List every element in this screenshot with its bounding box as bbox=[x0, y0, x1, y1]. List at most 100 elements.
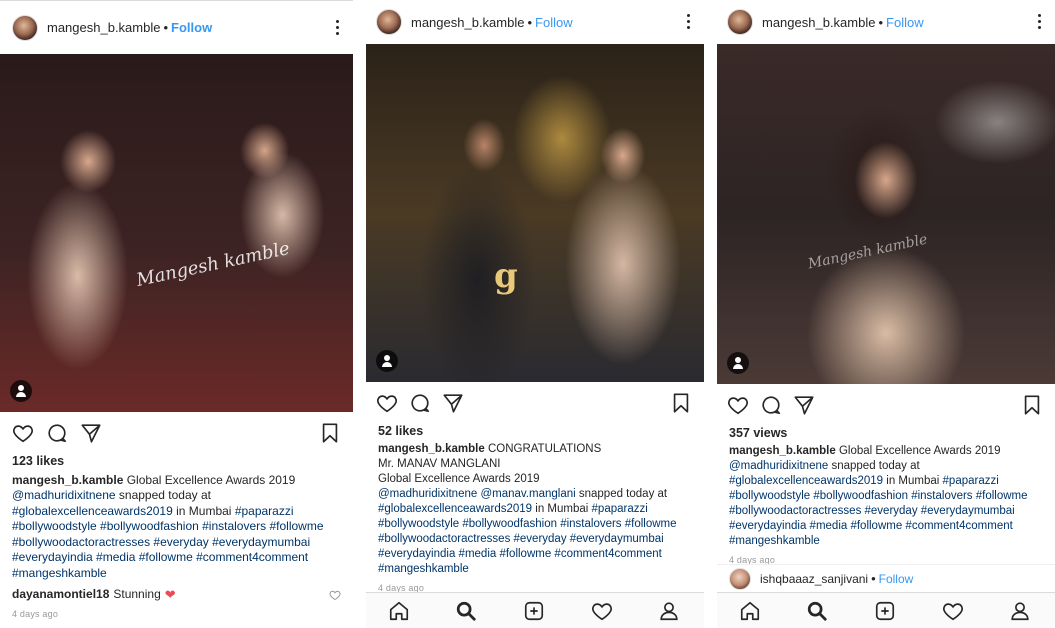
post-meta: 123 likes mangesh_b.kamble Global Excell… bbox=[0, 454, 353, 622]
hashtag-link[interactable]: #paparazzi bbox=[592, 503, 648, 515]
follow-button[interactable]: Follow bbox=[171, 20, 212, 35]
new-post-icon[interactable] bbox=[523, 600, 545, 622]
new-post-icon[interactable] bbox=[874, 600, 896, 622]
caption: mangesh_b.kamble Global Excellence Award… bbox=[12, 473, 341, 489]
hashtag-link-line[interactable]: #bollywoodactoractresses #everyday #ever… bbox=[729, 504, 1043, 519]
avatar[interactable] bbox=[376, 9, 402, 35]
caption-username[interactable]: mangesh_b.kamble bbox=[729, 445, 836, 457]
hashtag-link-line[interactable]: #mangeshkamble bbox=[729, 534, 1043, 549]
post-header: mangesh_b.kamble • Follow bbox=[366, 0, 704, 44]
caption-text: in Mumbai bbox=[172, 503, 235, 518]
avatar[interactable] bbox=[727, 9, 753, 35]
like-heart-icon[interactable] bbox=[12, 422, 34, 444]
hashtag-link-line[interactable]: #mangeshkamble bbox=[378, 562, 692, 577]
post-meta: 357 views mangesh_b.kamble Global Excell… bbox=[717, 426, 1055, 568]
views-count[interactable]: 357 views bbox=[729, 426, 1043, 441]
search-icon[interactable] bbox=[806, 600, 828, 622]
mention-link[interactable]: @manav.manglani bbox=[480, 488, 575, 500]
like-heart-icon[interactable] bbox=[376, 392, 398, 414]
share-paper-plane-icon[interactable] bbox=[793, 394, 815, 416]
caption-hashtag-line: #globalexcellenceawards2019 in Mumbai #p… bbox=[12, 504, 341, 520]
separator-dot: • bbox=[527, 14, 533, 30]
post-username[interactable]: mangesh_b.kamble bbox=[762, 15, 875, 30]
mention-link[interactable]: @madhuridixitnene bbox=[378, 488, 477, 500]
tagged-user-icon[interactable] bbox=[10, 380, 32, 402]
photo-watermark: Mangesh kamble bbox=[806, 231, 929, 273]
red-heart-emoji-icon: ❤ bbox=[164, 587, 176, 602]
save-bookmark-icon[interactable] bbox=[319, 422, 341, 444]
follow-button[interactable]: Follow bbox=[879, 572, 914, 586]
more-options-icon[interactable] bbox=[686, 14, 690, 30]
tagged-user-icon[interactable] bbox=[376, 350, 398, 372]
post-photo[interactable]: g bbox=[366, 44, 704, 382]
home-icon[interactable] bbox=[388, 600, 410, 622]
hashtag-link-line[interactable]: #bollywoodactoractresses #everyday #ever… bbox=[378, 532, 692, 547]
caption-text: Global Excellence Awards 2019 bbox=[126, 472, 296, 487]
caption-hashtag-line: #globalexcellenceawards2019 in Mumbai #p… bbox=[378, 502, 692, 517]
caption-text: snapped today at bbox=[115, 488, 211, 502]
save-bookmark-icon[interactable] bbox=[1021, 394, 1043, 416]
hashtag-link[interactable]: #globalexcellenceawards2019 bbox=[378, 503, 532, 515]
follow-button[interactable]: Follow bbox=[535, 15, 573, 30]
home-icon[interactable] bbox=[739, 600, 761, 622]
hashtag-link-line[interactable]: #bollywoodactoractresses #everyday #ever… bbox=[12, 535, 341, 551]
photo-watermark: Mangesh kamble bbox=[134, 237, 292, 292]
hashtag-link[interactable]: #globalexcellenceawards2019 bbox=[729, 475, 883, 487]
comment-bubble-icon[interactable] bbox=[760, 394, 782, 416]
hashtag-link-line[interactable]: #bollywoodstyle #bollywoodfashion #insta… bbox=[378, 517, 692, 532]
caption-username[interactable]: mangesh_b.kamble bbox=[12, 473, 123, 487]
hashtag-link-line[interactable]: #everydayindia #media #followme #comment… bbox=[729, 519, 1043, 534]
hashtag-link-line[interactable]: #mangeshkamble bbox=[12, 566, 341, 582]
post-username[interactable]: mangesh_b.kamble bbox=[47, 20, 160, 35]
more-options-icon[interactable] bbox=[335, 19, 339, 36]
likes-count[interactable]: 52 likes bbox=[378, 424, 692, 439]
post-actions bbox=[0, 412, 353, 454]
comment-username[interactable]: dayanamontiel18 bbox=[12, 587, 109, 603]
hashtag-link[interactable]: #paparazzi bbox=[235, 504, 294, 518]
post-panel-2: mangesh_b.kamble • Follow g 52 likes man… bbox=[366, 0, 704, 628]
post-meta: 52 likes mangesh_b.kamble CONGRATULATION… bbox=[366, 424, 704, 596]
profile-icon[interactable] bbox=[658, 600, 680, 622]
search-icon[interactable] bbox=[455, 600, 477, 622]
trophy-logo-graphic: g bbox=[494, 256, 518, 296]
caption-mention-line: @madhuridixitnene @manav.manglani snappe… bbox=[378, 487, 692, 502]
next-post-username[interactable]: ishqbaaaz_sanjivani bbox=[760, 572, 868, 586]
save-bookmark-icon[interactable] bbox=[670, 392, 692, 414]
hashtag-link-line[interactable]: #everydayindia #media #followme #comment… bbox=[12, 550, 341, 566]
separator-dot: • bbox=[163, 20, 169, 35]
hashtag-link[interactable]: #globalexcellenceawards2019 bbox=[12, 504, 173, 518]
more-options-icon[interactable] bbox=[1037, 14, 1041, 30]
comment-bubble-icon[interactable] bbox=[46, 422, 68, 444]
like-heart-icon[interactable] bbox=[727, 394, 749, 416]
tagged-user-icon[interactable] bbox=[727, 352, 749, 374]
caption: mangesh_b.kamble Global Excellence Award… bbox=[729, 444, 1043, 459]
follow-button[interactable]: Follow bbox=[886, 15, 924, 30]
profile-icon[interactable] bbox=[1009, 600, 1031, 622]
caption-username[interactable]: mangesh_b.kamble bbox=[378, 443, 485, 455]
share-paper-plane-icon[interactable] bbox=[80, 422, 102, 444]
activity-heart-icon[interactable] bbox=[942, 600, 964, 622]
comment-bubble-icon[interactable] bbox=[409, 392, 431, 414]
avatar[interactable] bbox=[729, 567, 751, 590]
separator-dot: • bbox=[871, 571, 876, 586]
hashtag-link[interactable]: #paparazzi bbox=[943, 475, 999, 487]
post-video[interactable]: Mangesh kamble bbox=[717, 44, 1055, 384]
caption-text: CONGRATULATIONS bbox=[487, 443, 602, 455]
caption-mention-line: @madhuridixitnene snapped today at bbox=[12, 488, 341, 504]
caption-hashtag-line: #globalexcellenceawards2019 in Mumbai #p… bbox=[729, 474, 1043, 489]
caption-mention-line: @madhuridixitnene snapped today at bbox=[729, 459, 1043, 474]
caption-text: in Mumbai bbox=[883, 475, 943, 487]
activity-heart-icon[interactable] bbox=[591, 600, 613, 622]
hashtag-link-line[interactable]: #bollywoodstyle #bollywoodfashion #insta… bbox=[12, 519, 341, 535]
post-photo[interactable]: Mangesh kamble bbox=[0, 54, 353, 412]
share-paper-plane-icon[interactable] bbox=[442, 392, 464, 414]
likes-count[interactable]: 123 likes bbox=[12, 454, 341, 470]
mention-link[interactable]: @madhuridixitnene bbox=[729, 460, 828, 472]
avatar[interactable] bbox=[12, 14, 38, 41]
caption-text: snapped today at bbox=[828, 460, 920, 472]
hashtag-link-line[interactable]: #bollywoodstyle #bollywoodfashion #insta… bbox=[729, 489, 1043, 504]
comment-like-heart-icon[interactable] bbox=[329, 589, 341, 601]
mention-link[interactable]: @madhuridixitnene bbox=[12, 488, 116, 502]
post-username[interactable]: mangesh_b.kamble bbox=[411, 15, 524, 30]
hashtag-link-line[interactable]: #everydayindia #media #followme #comment… bbox=[378, 547, 692, 562]
